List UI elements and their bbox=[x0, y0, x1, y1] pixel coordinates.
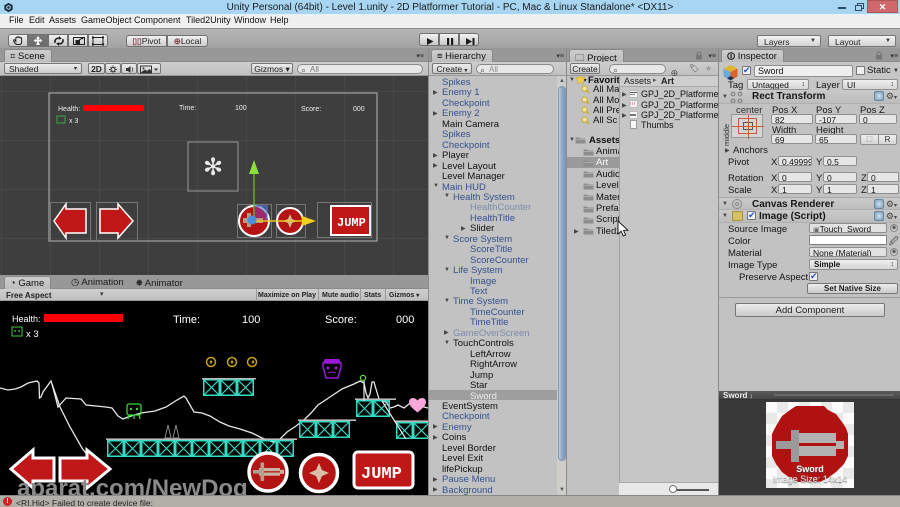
svg-text:Health:: Health: bbox=[58, 106, 80, 113]
svg-text:Time:: Time: bbox=[179, 105, 196, 112]
svg-text:000: 000 bbox=[353, 106, 365, 113]
svg-text:✻: ✻ bbox=[203, 154, 223, 181]
svg-text:JUMP: JUMP bbox=[337, 216, 366, 230]
svg-text:100: 100 bbox=[235, 105, 247, 112]
svg-text:x 3: x 3 bbox=[69, 118, 78, 125]
svg-text:JUMP: JUMP bbox=[361, 465, 402, 484]
svg-text:Score:: Score: bbox=[301, 106, 321, 113]
